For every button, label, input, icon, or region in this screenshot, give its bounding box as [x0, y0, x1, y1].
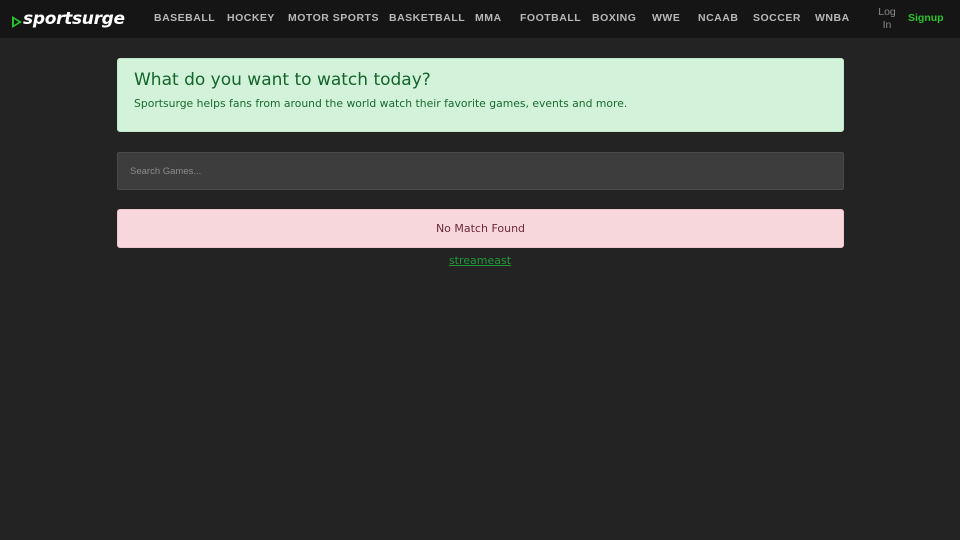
nav-item-football[interactable]: FOOTBALL	[520, 12, 581, 25]
nav-item-soccer[interactable]: SOCCER	[753, 12, 801, 25]
no-match-alert: No Match Found	[117, 209, 844, 248]
search-games-input[interactable]	[117, 152, 844, 190]
nav-item-basketball[interactable]: BASKETBALL	[389, 12, 465, 25]
nav-item-wnba[interactable]: WNBA	[815, 12, 850, 25]
welcome-subtitle: Sportsurge helps fans from around the wo…	[134, 97, 628, 110]
signup-link[interactable]: Signup	[908, 12, 944, 25]
footer: streameast	[0, 254, 960, 267]
no-match-text: No Match Found	[435, 222, 526, 235]
brand-name: sportsurge	[23, 9, 125, 29]
nav-item-ncaab[interactable]: NCAAB	[698, 12, 738, 25]
top-navbar: sportsurge BASEBALL HOCKEY MOTOR SPORTS …	[0, 0, 960, 38]
streameast-link[interactable]: streameast	[449, 254, 511, 267]
nav-item-hockey[interactable]: HOCKEY	[227, 12, 275, 25]
welcome-banner: What do you want to watch today? Sportsu…	[117, 58, 844, 132]
nav-item-motor-sports[interactable]: MOTOR SPORTS	[288, 12, 379, 25]
login-link[interactable]: Log In	[876, 6, 898, 32]
nav-item-mma[interactable]: MMA	[475, 12, 502, 25]
nav-item-wwe[interactable]: WWE	[652, 12, 680, 25]
nav-item-baseball[interactable]: BASEBALL	[154, 12, 215, 25]
welcome-title: What do you want to watch today?	[134, 70, 431, 90]
play-triangle-icon	[12, 15, 22, 28]
nav-item-boxing[interactable]: BOXING	[592, 12, 636, 25]
brand-logo[interactable]: sportsurge	[12, 7, 125, 31]
